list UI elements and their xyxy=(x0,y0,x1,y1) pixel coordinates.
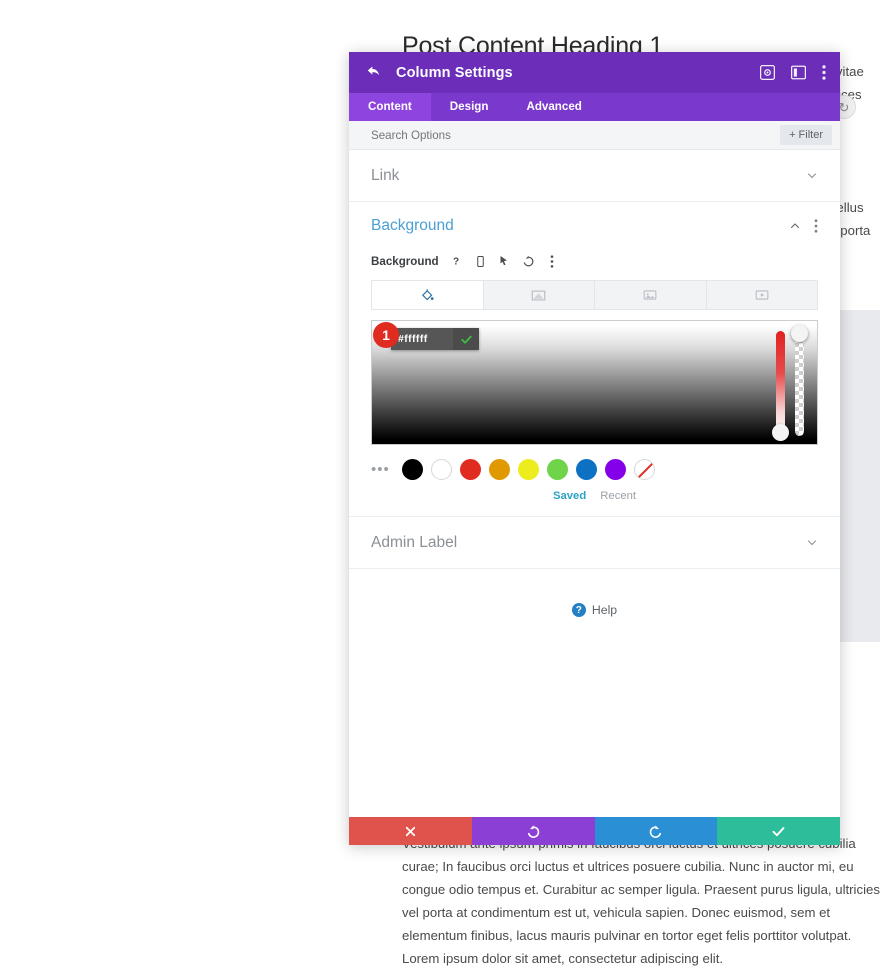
more-options-icon[interactable] xyxy=(822,65,826,80)
swatch-tab-saved[interactable]: Saved xyxy=(553,490,586,502)
back-arrow-icon[interactable] xyxy=(366,64,383,81)
hue-slider-handle[interactable] xyxy=(772,424,789,441)
modal-footer xyxy=(349,817,840,845)
filter-label: Filter xyxy=(798,129,823,141)
color-swatches: ••• xyxy=(371,459,818,480)
help-icon[interactable]: ? xyxy=(450,255,463,268)
more-swatches-button[interactable]: ••• xyxy=(371,461,393,478)
hover-icon[interactable] xyxy=(498,255,511,268)
page-paragraph-bottom: Vestibulum ante ipsum primis in faucibus… xyxy=(402,836,880,966)
background-type-tabs xyxy=(371,280,818,310)
column-settings-modal: Column Settings Content Design Advanced … xyxy=(349,52,840,845)
swatch-black[interactable] xyxy=(402,459,423,480)
section-admin-label-label: Admin Label xyxy=(371,533,458,551)
swatch-white[interactable] xyxy=(431,459,452,480)
chevron-down-icon xyxy=(807,172,817,178)
image-icon xyxy=(643,290,657,300)
background-control-label: Background xyxy=(371,254,439,268)
section-background: Background Background ? #ffffff 1 ••• Sa… xyxy=(349,202,840,517)
section-link[interactable]: Link xyxy=(349,150,840,202)
modal-body: Link Background Background ? #ffffff 1 •… xyxy=(349,150,840,817)
swatch-orange[interactable] xyxy=(489,459,510,480)
section-background-label: Background xyxy=(371,217,454,234)
tab-advanced[interactable]: Advanced xyxy=(507,93,600,121)
tab-content[interactable]: Content xyxy=(349,93,431,121)
redo-icon xyxy=(650,824,662,838)
gradient-icon xyxy=(531,290,546,300)
hex-input-group xyxy=(391,328,479,350)
modal-header: Column Settings xyxy=(349,52,840,93)
background-gradient-tab[interactable] xyxy=(484,281,595,309)
chevron-down-icon xyxy=(807,539,817,545)
background-video-tab[interactable] xyxy=(707,281,818,309)
cancel-button[interactable] xyxy=(349,817,472,845)
svg-text:?: ? xyxy=(453,257,459,268)
swatch-blue[interactable] xyxy=(576,459,597,480)
swatch-green[interactable] xyxy=(547,459,568,480)
question-mark-icon: ? xyxy=(571,603,586,617)
layout-split-icon[interactable] xyxy=(791,65,806,80)
checkmark-icon xyxy=(460,335,472,344)
help-link[interactable]: ? Help xyxy=(349,603,840,617)
swatch-purple[interactable] xyxy=(605,459,626,480)
section-link-label: Link xyxy=(371,166,400,184)
responsive-icon[interactable] xyxy=(474,255,487,268)
more-options-icon[interactable] xyxy=(546,254,559,268)
video-icon xyxy=(755,290,769,300)
target-icon[interactable] xyxy=(760,65,775,80)
modal-tabs: Content Design Advanced xyxy=(349,93,840,121)
swatch-tab-recent[interactable]: Recent xyxy=(600,490,636,502)
hex-color-input[interactable] xyxy=(391,328,453,350)
search-input[interactable] xyxy=(371,128,781,142)
filter-button[interactable]: + Filter xyxy=(780,125,832,145)
hue-slider[interactable] xyxy=(772,331,789,441)
alpha-slider-handle[interactable] xyxy=(791,325,808,342)
paint-bucket-icon xyxy=(421,288,434,300)
close-icon xyxy=(405,826,416,836)
search-row: +Filter xyxy=(349,121,840,150)
tab-design[interactable]: Design xyxy=(431,93,508,121)
swatch-transparent[interactable] xyxy=(634,459,655,480)
plus-icon: + xyxy=(789,129,796,141)
undo-button[interactable] xyxy=(471,817,595,845)
modal-title: Column Settings xyxy=(396,64,513,81)
color-picker: 1 xyxy=(371,320,818,445)
hex-confirm-button[interactable] xyxy=(453,328,479,350)
background-control-row: Background ? xyxy=(349,250,840,272)
chevron-up-icon[interactable] xyxy=(789,220,801,232)
more-options-icon[interactable] xyxy=(814,219,818,233)
section-admin-label[interactable]: Admin Label xyxy=(349,517,840,569)
help-label: Help xyxy=(591,603,618,617)
annotation-badge-1: 1 xyxy=(373,322,399,348)
alpha-slider[interactable] xyxy=(791,325,808,436)
redo-button[interactable] xyxy=(594,817,718,845)
background-color-tab[interactable] xyxy=(372,281,484,309)
undo-icon xyxy=(527,824,539,838)
section-background-header[interactable]: Background xyxy=(349,202,840,250)
swatch-red[interactable] xyxy=(460,459,481,480)
save-button[interactable] xyxy=(717,817,840,845)
background-image-tab[interactable] xyxy=(595,281,707,309)
checkmark-icon xyxy=(772,826,785,836)
swatch-yellow[interactable] xyxy=(518,459,539,480)
swatch-tabs: Saved Recent xyxy=(349,490,840,502)
reset-icon[interactable] xyxy=(522,255,535,268)
